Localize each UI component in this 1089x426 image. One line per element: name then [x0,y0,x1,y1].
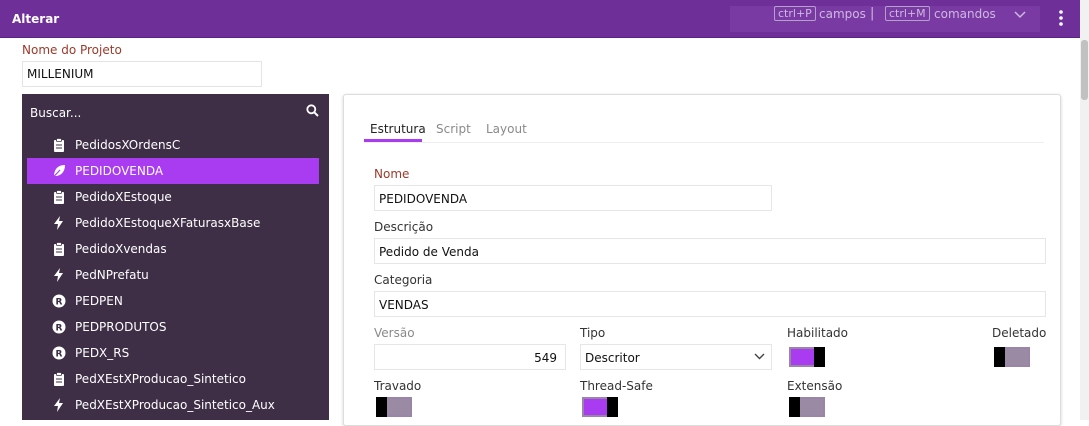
sidebar-item-pedidovenda[interactable]: PEDIDOVENDA [27,158,319,184]
sidebar-item-pedxestxproducao-sintetico-aux[interactable]: PedXEstXProducao_Sintetico_Aux [27,392,319,418]
travado-label: Travado [374,379,422,393]
page-scrollbar-thumb[interactable] [1081,40,1088,100]
r-badge-icon: R [52,346,66,360]
sidebar-item-label: PedidoXvendas [75,242,167,256]
sidebar-item-pednprefatu[interactable]: PedNPrefatu [27,262,319,288]
clipboard-icon [54,372,64,386]
sidebar-item-label: PedidoXEstoqueXFaturasxBase [75,216,261,230]
habilitado-label: Habilitado [787,326,849,340]
leaf-icon [52,165,65,178]
sidebar-item-label: PedXEstXProducao_Sintetico_Aux [75,398,275,412]
tab-script[interactable]: Script [436,122,471,136]
svg-text:R: R [56,324,63,334]
clipboard-icon [54,242,64,256]
bolt-icon [54,268,63,282]
shortcut-separator: | [870,6,875,21]
habilitado-toggle[interactable] [789,347,825,367]
shortcut-key-commands: ctrl+M [885,6,930,21]
shortcut-label-commands[interactable]: comandos [934,7,996,21]
search-icon[interactable] [306,104,319,117]
descricao-input[interactable]: Pedido de Venda [374,238,1046,264]
project-name-label: Nome do Projeto [22,43,122,57]
sidebar-item-label: PedNPrefatu [75,268,149,282]
shortcut-key-fields: ctrl+P [774,6,816,21]
svg-text:R: R [56,350,63,360]
categoria-label: Categoria [374,273,433,287]
sidebar-item-label: PEDPRODUTOS [75,320,167,334]
sidebar-item-pedpen[interactable]: R PEDPEN [27,288,319,314]
sidebar-item-pedidosxordensc[interactable]: PedidosXOrdensC [27,132,319,158]
sidebar-item-pedprodutos[interactable]: R PEDPRODUTOS [27,314,319,340]
sidebar-item-label: PedidosXOrdensC [75,138,181,152]
sidebar-item-label: PedXEstXProducao_Sintetico [75,372,246,386]
detail-panel: Estrutura Script Layout Nome PEDIDOVENDA… [343,94,1061,426]
deletado-toggle[interactable] [994,347,1030,367]
window-title: Alterar [12,12,60,26]
deletado-label: Deletado [992,326,1047,340]
title-bar: Alterar ctrl+P campos | ctrl+M comandos [0,0,1080,38]
toggle-knob [994,347,1005,367]
extensao-toggle[interactable] [789,397,825,417]
tipo-selected-value: Descritor [585,351,640,365]
tab-estrutura[interactable]: Estrutura [370,122,426,136]
chevron-down-icon [754,353,765,360]
nome-label: Nome [374,167,410,181]
sidebar-item-pedidoxvendas[interactable]: PedidoXvendas [27,236,319,262]
sidebar-item-pedidoxestoque[interactable]: PedidoXEstoque [27,184,319,210]
tab-layout[interactable]: Layout [486,122,527,136]
sidebar-item-pedidoxestoquexfaturasxbase[interactable]: PedidoXEstoqueXFaturasxBase [27,210,319,236]
nome-input[interactable]: PEDIDOVENDA [374,185,772,211]
shortcut-label-fields[interactable]: campos [819,7,866,21]
extensao-label: Extensão [787,379,843,393]
sidebar-item-label: PEDIDOVENDA [75,164,164,178]
sidebar-item-pedxestxproducao-sintetico[interactable]: PedXEstXProducao_Sintetico [27,366,319,392]
toggle-knob [376,397,387,417]
categoria-input[interactable]: VENDAS [374,291,1046,317]
svg-text:R: R [56,298,63,308]
sidebar-item-label: PEDX_RS [75,346,130,360]
more-options-icon[interactable] [1058,10,1064,26]
tipo-select[interactable]: Descritor [580,344,772,370]
tipo-label: Tipo [580,326,606,340]
search-input[interactable]: Buscar... [30,106,81,120]
clipboard-icon [54,138,64,152]
sidebar-item-label: PEDPEN [75,294,123,308]
toggle-knob [607,397,618,417]
versao-label: Versão [374,326,415,340]
sidebar-item-label: PedidoXEstoque [75,190,172,204]
r-badge-icon: R [52,320,66,334]
bolt-icon [54,398,63,412]
object-list-sidebar: Buscar... PedidosXOrdensC PEDIDOVENDA Pe… [22,94,329,420]
tab-divider [364,142,1044,143]
thread-safe-toggle[interactable] [582,397,618,417]
descricao-label: Descrição [374,220,434,234]
toggle-knob [789,397,800,417]
r-badge-icon: R [52,294,66,308]
project-name-input[interactable]: MILLENIUM [22,61,262,87]
sidebar-item-pedx-rs[interactable]: R PEDX_RS [27,340,319,366]
toggle-knob [814,347,825,367]
chevron-down-icon[interactable] [1014,11,1026,19]
thread-safe-label: Thread-Safe [580,379,653,393]
travado-toggle[interactable] [376,397,412,417]
active-tab-indicator [364,139,422,142]
bolt-icon [54,216,63,230]
clipboard-icon [54,190,64,204]
versao-input[interactable]: 549 [374,344,566,370]
